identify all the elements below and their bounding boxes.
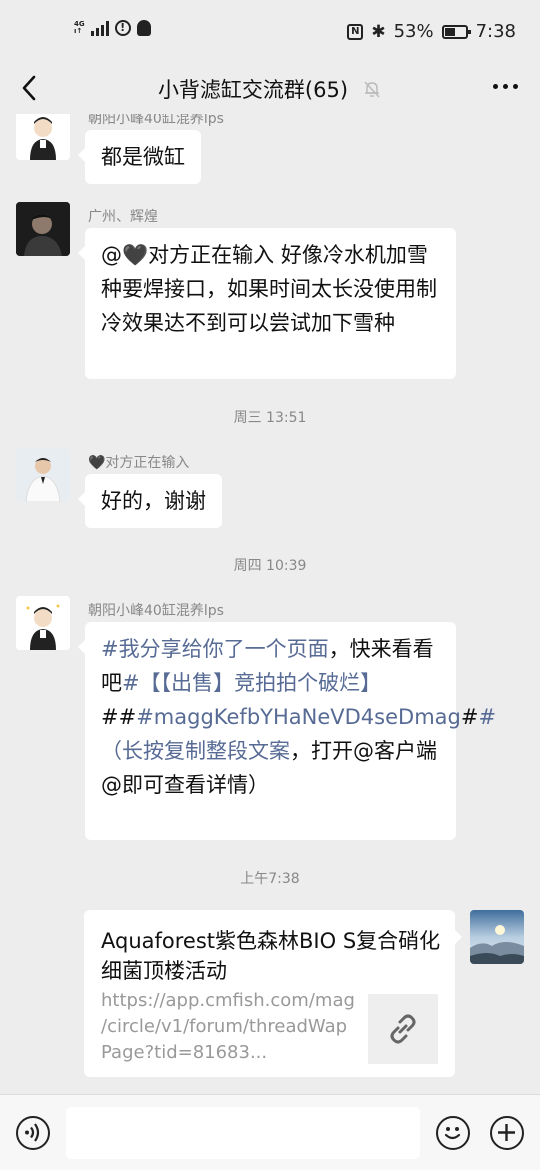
ghost-icon bbox=[136, 20, 151, 36]
link-thumbnail bbox=[368, 994, 438, 1064]
bluetooth-icon: ✱ bbox=[371, 21, 386, 42]
link-card-title: Aquaforest紫色森林BIO S复合硝化细菌顶楼活动 bbox=[101, 929, 441, 983]
network-indicator: 4G ı↑ bbox=[74, 20, 85, 35]
chat-header: 小背滤缸交流群(65) bbox=[0, 62, 540, 114]
sender-name: 🖤对方正在输入 bbox=[88, 455, 190, 471]
voice-icon bbox=[25, 1123, 40, 1142]
link-card-url: https://app.cmfish.com/mag/circle/v1/for… bbox=[101, 990, 355, 1063]
sender-name: 朝阳小峰40缸混养lps bbox=[88, 603, 224, 619]
smiley-icon bbox=[444, 1127, 461, 1140]
status-bar: 4G ı↑ ! N ✱ 53% 7:38 bbox=[0, 0, 540, 62]
timestamp: 上午7:38 bbox=[240, 871, 300, 887]
nfc-icon: N bbox=[347, 23, 364, 40]
avatar[interactable] bbox=[16, 596, 70, 650]
input-bar bbox=[0, 1094, 540, 1170]
timestamp: 周四 10:39 bbox=[233, 558, 307, 574]
message-bubble[interactable]: 好的，谢谢 bbox=[78, 474, 222, 528]
message-bubble[interactable]: @🖤对方正在输入 好像冷水机加雪种要焊接口，如果时间太长没使用制冷效果达不到可以… bbox=[78, 228, 456, 379]
message-list[interactable]: 朝阳小峰40缸混养lps 都是微缸 广州、辉煌 @🖤对方正在输入 好像冷水机加雪… bbox=[0, 114, 540, 1094]
alert-icon: ! bbox=[114, 20, 131, 36]
share-link-text[interactable]: #【【出售】竞拍拍个破烂】 bbox=[122, 671, 381, 695]
battery-icon bbox=[441, 24, 471, 39]
signal-icon bbox=[90, 20, 109, 36]
status-left: 4G ı↑ ! bbox=[74, 20, 151, 36]
clock: 7:38 bbox=[475, 21, 516, 42]
message-bubble[interactable]: 都是微缸 bbox=[78, 130, 201, 184]
share-link-text[interactable]: #maggKefbYHaNeVD4seDmag bbox=[136, 705, 461, 729]
avatar[interactable] bbox=[16, 202, 70, 256]
emoji-button[interactable] bbox=[436, 1116, 470, 1150]
more-functions-button[interactable] bbox=[490, 1116, 524, 1150]
plus-icon bbox=[498, 1124, 515, 1141]
more-options-icon[interactable] bbox=[493, 84, 518, 89]
link-card[interactable]: Aquaforest紫色森林BIO S复合硝化细菌顶楼活动 https://ap… bbox=[84, 910, 462, 1077]
share-link-text[interactable]: #我分享给你了一个页面 bbox=[101, 637, 329, 661]
link-icon bbox=[390, 1014, 416, 1044]
share-plain-text: ## bbox=[101, 705, 137, 729]
timestamp: 周三 13:51 bbox=[233, 410, 307, 426]
sender-name: 广州、辉煌 bbox=[88, 209, 158, 225]
avatar[interactable] bbox=[16, 448, 70, 502]
avatar[interactable] bbox=[16, 114, 70, 160]
share-plain-text: # bbox=[460, 705, 479, 729]
sender-name: 朝阳小峰40缸混养lps bbox=[88, 114, 224, 127]
self-avatar[interactable] bbox=[470, 910, 524, 964]
mute-bell-icon bbox=[364, 81, 380, 98]
message-input[interactable] bbox=[66, 1107, 420, 1159]
share-message-bubble[interactable]: #我分享给你了一个页面，快来看看吧#【【出售】竞拍拍个破烂】###maggKef… bbox=[78, 622, 496, 840]
battery-fill bbox=[444, 27, 456, 36]
chat-title-container: 小背滤缸交流群(65) bbox=[0, 74, 540, 104]
status-right: N ✱ 53% 7:38 bbox=[347, 21, 516, 42]
battery-percent: 53% bbox=[393, 21, 434, 42]
chat-title[interactable]: 小背滤缸交流群(65) bbox=[158, 74, 348, 104]
voice-input-button[interactable] bbox=[16, 1116, 50, 1150]
